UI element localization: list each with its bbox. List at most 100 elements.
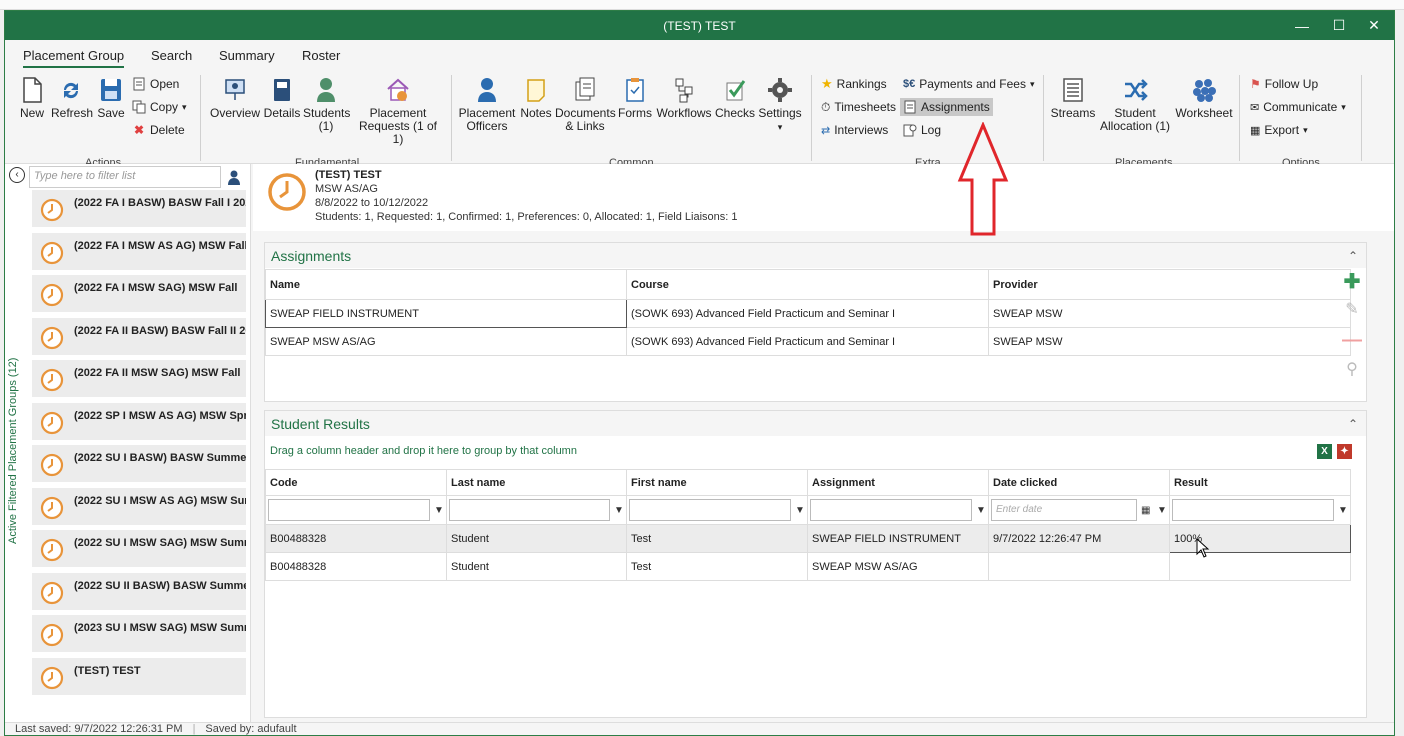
table-cell[interactable]: SWEAP MSW AS/AG: [807, 552, 989, 581]
tab-placement-group[interactable]: Placement Group: [23, 48, 125, 69]
open-button[interactable]: Open: [129, 75, 182, 93]
documents-links-button[interactable]: Documents & Links: [555, 76, 616, 133]
streams-button[interactable]: Streams: [1049, 76, 1097, 120]
list-item[interactable]: (2022 SP I MSW AS AG) MSW Spring: [32, 402, 246, 441]
details-button[interactable]: Details: [263, 76, 301, 120]
list-item[interactable]: (2022 FA II MSW SAG) MSW Fall: [32, 360, 246, 398]
collapse-chevron-icon[interactable]: ⌃: [1348, 249, 1358, 263]
date-filter-input[interactable]: Enter date: [991, 499, 1137, 521]
column-header-result[interactable]: Result: [1169, 469, 1351, 496]
column-header-date-clicked[interactable]: Date clicked: [988, 469, 1170, 496]
tab-search[interactable]: Search: [151, 48, 192, 63]
overview-button[interactable]: Overview: [210, 76, 260, 120]
group-filter-input[interactable]: Type here to filter list: [29, 166, 221, 188]
table-cell[interactable]: SWEAP MSW: [988, 299, 1351, 328]
table-cell[interactable]: SWEAP FIELD INSTRUMENT: [265, 299, 627, 328]
filter-icon[interactable]: ▼: [434, 505, 444, 516]
checks-button[interactable]: Checks: [715, 76, 755, 120]
list-item[interactable]: (2022 SU I MSW AS AG) MSW Summer: [32, 487, 246, 526]
first-name-filter-input[interactable]: [629, 499, 791, 521]
column-header-last-name[interactable]: Last name: [446, 469, 627, 496]
forms-button[interactable]: Forms: [617, 76, 653, 120]
table-cell[interactable]: SWEAP FIELD INSTRUMENT: [807, 524, 989, 553]
rankings-button[interactable]: ★ Rankings: [818, 75, 890, 93]
close-button[interactable]: ✕: [1356, 11, 1392, 40]
filter-icon[interactable]: ▼: [795, 505, 805, 516]
remove-icon[interactable]: —: [1341, 329, 1363, 359]
settings-button[interactable]: Settings ▾: [757, 76, 803, 134]
table-cell[interactable]: (SOWK 693) Advanced Field Practicum and …: [626, 327, 989, 356]
table-cell[interactable]: Student: [446, 552, 627, 581]
collapse-chevron-icon[interactable]: ⌃: [1348, 417, 1358, 431]
assignments-button[interactable]: Assignments: [900, 98, 993, 116]
table-cell[interactable]: SWEAP MSW AS/AG: [265, 327, 627, 356]
table-row[interactable]: B00488328 Student Test SWEAP MSW AS/AG: [265, 552, 1351, 581]
worksheet-button[interactable]: Worksheet: [1175, 76, 1233, 120]
timesheets-button[interactable]: ⏱ Timesheets: [818, 98, 899, 116]
workflows-button[interactable]: Workflows: [655, 76, 713, 120]
export-button[interactable]: ▦ Export ▾: [1247, 121, 1311, 139]
table-row[interactable]: B00488328 Student Test SWEAP FIELD INSTR…: [265, 524, 1351, 553]
tab-summary[interactable]: Summary: [219, 48, 275, 63]
copy-button[interactable]: Copy ▾: [129, 98, 190, 116]
minimize-button[interactable]: —: [1284, 11, 1320, 40]
log-button[interactable]: Log: [900, 121, 944, 139]
placement-officers-button[interactable]: Placement Officers: [457, 76, 517, 133]
tab-roster[interactable]: Roster: [302, 48, 340, 63]
table-cell[interactable]: [988, 552, 1170, 581]
column-header-name[interactable]: Name: [265, 269, 627, 300]
table-cell[interactable]: B00488328: [265, 552, 447, 581]
list-item[interactable]: (TEST) TEST: [32, 657, 246, 696]
filter-icon[interactable]: ▼: [1338, 505, 1348, 516]
assignment-filter-input[interactable]: [810, 499, 972, 521]
list-item[interactable]: (2022 SU I BASW) BASW Summer: [32, 445, 246, 483]
edit-icon[interactable]: ✎: [1341, 299, 1363, 329]
calendar-icon[interactable]: ▦: [1141, 505, 1153, 516]
communicate-button[interactable]: ✉ Communicate ▾: [1247, 98, 1349, 116]
list-item[interactable]: (2022 SU I MSW SAG) MSW Summer: [32, 530, 246, 568]
code-filter-input[interactable]: [268, 499, 430, 521]
search-icon[interactable]: ⚲: [1341, 359, 1363, 389]
table-row[interactable]: SWEAP FIELD INSTRUMENT (SOWK 693) Advanc…: [265, 299, 1351, 328]
table-cell[interactable]: Student: [446, 524, 627, 553]
table-row[interactable]: SWEAP MSW AS/AG (SOWK 693) Advanced Fiel…: [265, 327, 1351, 356]
column-header-code[interactable]: Code: [265, 469, 447, 496]
table-cell[interactable]: (SOWK 693) Advanced Field Practicum and …: [626, 299, 989, 328]
add-icon[interactable]: ✚: [1341, 269, 1363, 299]
payments-button[interactable]: $€ Payments and Fees ▾: [900, 75, 1038, 93]
save-button[interactable]: Save: [95, 76, 127, 120]
filter-icon[interactable]: ▼: [976, 505, 986, 516]
list-item[interactable]: (2022 FA I BASW) BASW Fall I 2022: [32, 190, 246, 228]
column-header-provider[interactable]: Provider: [988, 269, 1351, 300]
table-cell[interactable]: Test: [626, 552, 808, 581]
refresh-button[interactable]: Refresh: [51, 76, 93, 120]
last-name-filter-input[interactable]: [449, 499, 610, 521]
delete-button[interactable]: ✖ Delete: [129, 121, 188, 139]
filter-icon[interactable]: ▼: [614, 505, 624, 516]
list-item[interactable]: (2022 FA II BASW) BASW Fall II 2022: [32, 317, 246, 356]
placement-requests-button[interactable]: Placement Requests (1 of 1): [353, 76, 443, 146]
interviews-button[interactable]: ⇄ Interviews: [818, 121, 891, 139]
result-filter-input[interactable]: [1172, 499, 1334, 521]
person-filter-icon[interactable]: [227, 169, 241, 185]
list-item[interactable]: (2022 FA I MSW SAG) MSW Fall: [32, 275, 246, 313]
notes-button[interactable]: Notes: [519, 76, 553, 120]
students-button[interactable]: Students (1): [303, 76, 350, 133]
collapse-panel-icon[interactable]: ‹: [9, 167, 25, 183]
table-cell[interactable]: B00488328: [265, 524, 447, 553]
filter-icon[interactable]: ▼: [1157, 505, 1167, 516]
list-item[interactable]: (2022 SU II BASW) BASW Summer: [32, 572, 246, 611]
student-allocation-button[interactable]: Student Allocation (1): [1099, 76, 1171, 133]
list-item[interactable]: (2022 FA I MSW AS AG) MSW Fall: [32, 232, 246, 271]
table-cell[interactable]: Test: [626, 524, 808, 553]
pdf-export-icon[interactable]: ✦: [1337, 444, 1352, 459]
list-item[interactable]: (2023 SU I MSW SAG) MSW Summer: [32, 615, 246, 653]
column-header-assignment[interactable]: Assignment: [807, 469, 989, 496]
column-header-course[interactable]: Course: [626, 269, 989, 300]
maximize-button[interactable]: ☐: [1321, 11, 1357, 40]
column-header-first-name[interactable]: First name: [626, 469, 808, 496]
new-button[interactable]: New: [17, 76, 47, 120]
table-cell[interactable]: SWEAP MSW: [988, 327, 1351, 356]
follow-up-button[interactable]: ⚑ Follow Up: [1247, 75, 1321, 93]
excel-export-icon[interactable]: X: [1317, 444, 1332, 459]
